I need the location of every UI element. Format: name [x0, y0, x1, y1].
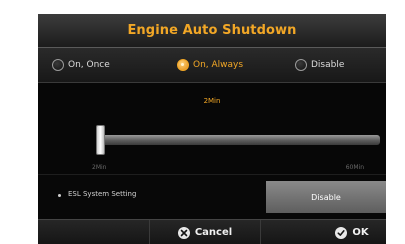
- esl-setting-label: ESL System Setting: [68, 190, 137, 198]
- dialog-title-bar: Engine Auto Shutdown: [38, 14, 386, 48]
- cancel-label: Cancel: [194, 227, 233, 238]
- slider-current-value: 2Min: [203, 97, 221, 105]
- ok-label: OK: [352, 227, 369, 238]
- bullet-icon: [58, 194, 61, 197]
- esl-setting-row: ESL System Setting Disable: [38, 174, 386, 220]
- shutdown-mode-options: On, Once On, Always Disable: [38, 48, 386, 83]
- radio-selected-icon[interactable]: [177, 59, 189, 71]
- esl-button-label: Disable: [311, 192, 341, 202]
- check-circle-icon: [335, 226, 348, 239]
- radio-unselected-icon[interactable]: [295, 59, 307, 71]
- slider-max-label: 60Min: [345, 164, 364, 171]
- option-label: On, Once: [68, 60, 110, 70]
- slider-thumb[interactable]: [96, 125, 105, 155]
- ok-button[interactable]: OK: [318, 220, 386, 244]
- slider-track[interactable]: [100, 135, 380, 145]
- option-label: On, Always: [193, 60, 244, 70]
- option-label: Disable: [311, 60, 345, 70]
- option-on-once[interactable]: On, Once: [52, 57, 110, 73]
- option-disable[interactable]: Disable: [295, 57, 344, 73]
- engine-auto-shutdown-dialog: Engine Auto Shutdown On, Once On, Always…: [38, 14, 386, 244]
- radio-unselected-icon[interactable]: [52, 59, 64, 71]
- dialog-button-bar: Cancel OK: [38, 219, 386, 244]
- option-on-always[interactable]: On, Always: [177, 57, 243, 73]
- cancel-button[interactable]: Cancel: [149, 220, 261, 244]
- dialog-title: Engine Auto Shutdown: [127, 23, 297, 38]
- slider-min-label: 2Min: [92, 164, 107, 171]
- x-circle-icon: [177, 226, 190, 239]
- esl-disable-button[interactable]: Disable: [266, 181, 386, 213]
- shutdown-time-slider-area: 2Min 2Min 60Min: [38, 83, 386, 174]
